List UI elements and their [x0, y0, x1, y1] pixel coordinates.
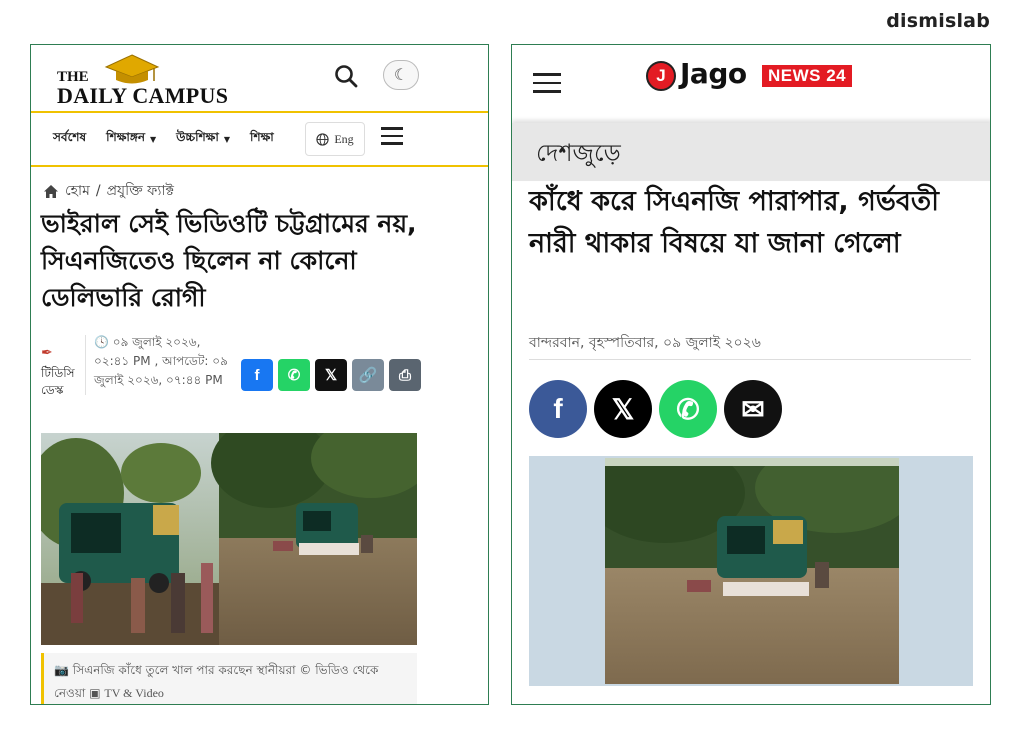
nav-item-label: শিক্ষা	[250, 130, 274, 144]
x-icon: 𝕏	[324, 367, 338, 384]
caption-source: TV & Video	[104, 686, 164, 700]
meta-divider	[85, 335, 86, 395]
whatsapp-icon: ✆	[676, 393, 700, 425]
breadcrumb: হোম / প্রযুক্তি ফ্যাক্ট	[43, 179, 174, 203]
article-photo	[41, 433, 417, 645]
nav-item[interactable]: উচ্চশিক্ষা ▼	[176, 129, 230, 149]
moon-icon[interactable]: ☾	[383, 60, 419, 90]
caret-down-icon: ▼	[150, 134, 157, 144]
print-icon: ⎙	[398, 366, 411, 384]
caret-down-icon: ▼	[223, 134, 231, 144]
article-meta: ✒ টিডিসি ডেস্ক 🕓 ০৯ জুলাই ২০২৬, ০২:৪১ PM…	[41, 331, 481, 421]
nav-item[interactable]: শিক্ষাঙ্গন ▼	[106, 129, 156, 149]
email-share-button[interactable]: ✉	[724, 380, 782, 438]
language-switch[interactable]: Eng	[305, 122, 365, 156]
logo-news: NEWS 24	[762, 65, 853, 87]
facebook-icon: f	[254, 366, 260, 384]
copy-link-icon: 🔗	[358, 367, 378, 384]
search-icon[interactable]	[333, 63, 359, 89]
article-headline: কাঁধে করে সিএনজি পারাপার, গর্ভবতী নারী থ…	[529, 186, 939, 259]
nav-item-label: উচ্চশিক্ষা	[176, 130, 219, 144]
main-nav: সর্বশেষ শিক্ষাঙ্গন ▼ উচ্চশিক্ষা ▼ শিক্ষা Eng	[31, 113, 488, 167]
breadcrumb-home[interactable]: হোম	[65, 179, 90, 203]
facebook-share-button[interactable]: f	[529, 380, 587, 438]
globe-icon	[316, 132, 329, 146]
breadcrumb-section[interactable]: প্রযুক্তি ফ্যাক্ট	[107, 179, 174, 203]
camera-icon: 📷	[54, 663, 73, 677]
jagonews24-logo[interactable]: J Jago NEWS 24	[646, 57, 896, 99]
site-header: J Jago NEWS 24	[512, 45, 990, 121]
x-icon: 𝕏	[611, 393, 635, 425]
whatsapp-share-button[interactable]: ✆	[659, 380, 717, 438]
hamburger-menu-icon[interactable]	[381, 127, 403, 147]
article-headline: ভাইরাল সেই ভিডিওটি চট্টগ্রামের নয়, সিএন…	[41, 209, 417, 312]
photo-caption: 📷 সিএনজি কাঁধে তুলে খাল পার করছেন স্থানী…	[41, 653, 417, 704]
email-icon: ✉	[741, 393, 765, 425]
clock-icon: 🕓	[94, 335, 113, 349]
logo-jago: Jago	[680, 57, 747, 90]
share-buttons: f 𝕏 ✆ ✉	[529, 380, 782, 438]
breadcrumb-separator: /	[95, 183, 101, 199]
facebook-icon: f	[553, 393, 563, 424]
nav-item[interactable]: সর্বশেষ	[53, 129, 86, 149]
publish-date: 🕓 ০৯ জুলাই ২০২৬, ০২:৪১ PM , আপডেট: ০৯ জু…	[94, 333, 234, 390]
flood-photo-image	[605, 458, 899, 684]
nav-item[interactable]: শিক্ষা	[250, 129, 274, 149]
date-text: ০৯ জুলাই ২০২৬, ০২:৪১ PM , আপডেট: ০৯ জুলা…	[94, 335, 228, 387]
category-label[interactable]: দেশজুড়ে	[536, 135, 621, 175]
x-share-button[interactable]: 𝕏	[315, 359, 347, 391]
nav-item-label: শিক্ষাঙ্গন	[106, 130, 146, 144]
dismislab-watermark: dismislab	[886, 10, 990, 32]
flood-photo-image	[41, 433, 417, 645]
daily-campus-logo[interactable]: THE DAILY CAMPUS	[57, 53, 237, 109]
category-banner: দেশজুড়ে	[512, 123, 990, 181]
author-name[interactable]: টিডিসি ডেস্ক	[41, 365, 81, 399]
copy-link-share-button[interactable]: 🔗	[352, 359, 384, 391]
jagonews24-screenshot: J Jago NEWS 24 দেশজুড়ে কাঁধে করে সিএনজি…	[511, 44, 991, 705]
x-share-button[interactable]: 𝕏	[594, 380, 652, 438]
facebook-share-button[interactable]: f	[241, 359, 273, 391]
whatsapp-icon: ✆	[287, 367, 301, 384]
print-share-button[interactable]: ⎙	[389, 359, 421, 391]
graduation-cap-icon	[104, 54, 160, 84]
site-header: THE DAILY CAMPUS ☾	[31, 45, 488, 113]
language-label: Eng	[334, 131, 354, 146]
whatsapp-share-button[interactable]: ✆	[278, 359, 310, 391]
home-icon[interactable]	[43, 184, 59, 199]
share-buttons: f ✆ 𝕏 🔗 ⎙	[241, 359, 421, 391]
article-meta: বান্দরবান, বৃহস্পতিবার, ০৯ জুলাই ২০২৬	[529, 331, 971, 360]
logo-name: DAILY CAMPUS	[57, 83, 229, 108]
hamburger-menu-icon[interactable]	[533, 73, 561, 93]
logo-mark: J	[646, 61, 676, 91]
article-photo	[605, 458, 899, 684]
daily-campus-screenshot: THE DAILY CAMPUS ☾ সর্বশেষ শিক্ষাঙ্গন ▼ উচ্…	[30, 44, 489, 705]
pen-icon: ✒	[41, 345, 53, 361]
nav-item-label: সর্বশেষ	[53, 130, 87, 144]
video-icon: ▣	[89, 686, 105, 700]
